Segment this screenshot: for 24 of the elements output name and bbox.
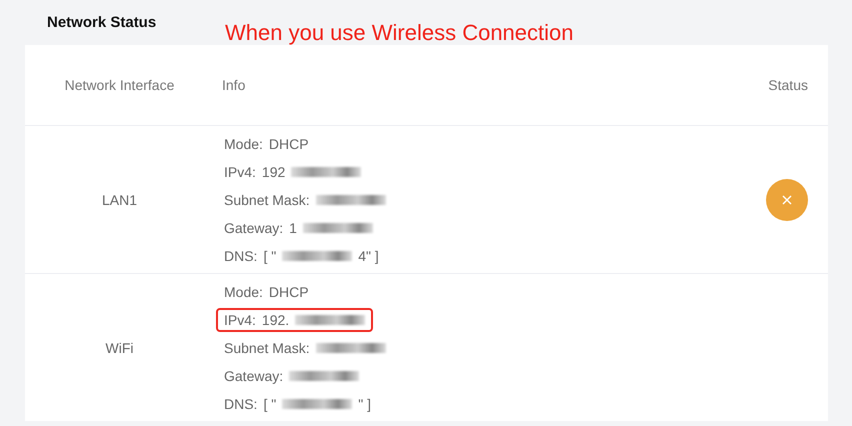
info-line: DNS: [ " 4" ]	[223, 246, 380, 266]
redaction-blur	[291, 166, 362, 176]
annotation-text: When you use Wireless Connection	[225, 20, 574, 46]
info-line: Subnet Mask:	[216, 336, 394, 360]
interface-name: WiFi	[104, 340, 134, 356]
info-line: Gateway:	[216, 364, 368, 388]
info-line: Mode: DHCP	[223, 282, 310, 302]
info-line: Mode: DHCP	[223, 134, 310, 154]
section-title: Network Status	[47, 14, 158, 31]
redaction-blur	[282, 250, 352, 260]
redaction-blur	[316, 194, 386, 204]
column-header: Info	[221, 77, 246, 93]
info-line: Gateway: 1	[216, 216, 381, 240]
redaction-blur	[316, 342, 386, 352]
interface-name: LAN1	[100, 192, 138, 208]
column-header: Network Interface	[64, 77, 176, 93]
redaction-blur	[282, 398, 352, 408]
info-line: DNS: [ " " ]	[223, 394, 372, 414]
redaction-blur	[289, 370, 360, 380]
redaction-blur	[302, 222, 373, 232]
redaction-blur	[295, 314, 366, 324]
info-line: IPv4: 192	[216, 160, 370, 184]
info-line: Subnet Mask:	[216, 188, 394, 212]
column-header: Status	[767, 77, 809, 93]
